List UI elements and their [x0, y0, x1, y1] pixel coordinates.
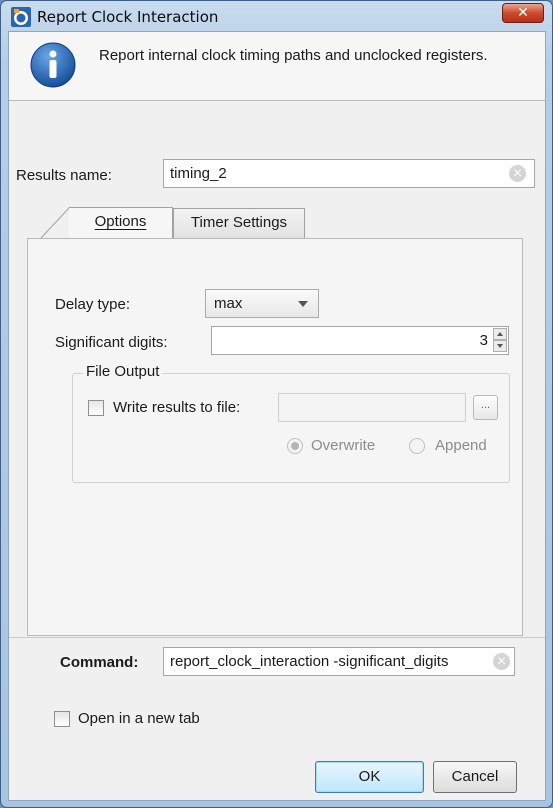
ok-button[interactable]: OK — [315, 761, 424, 793]
dialog-window: Report Clock Interaction ✕ Report intern… — [0, 0, 553, 808]
command-input[interactable]: report_clock_interaction -significant_di… — [163, 647, 515, 676]
options-panel: Delay type: max Significant digits: 3 Fi… — [27, 238, 523, 636]
delay-type-value: max — [214, 295, 243, 312]
tab-timer-settings-label: Timer Settings — [190, 214, 288, 231]
open-new-tab-checkbox[interactable] — [54, 711, 70, 727]
write-results-checkbox[interactable] — [88, 400, 104, 416]
tab-options[interactable]: Options — [69, 207, 173, 238]
ok-button-label: OK — [358, 768, 381, 785]
file-output-group: File Output Write results to file: ... O… — [72, 363, 510, 483]
header-divider — [9, 100, 545, 101]
info-icon — [30, 42, 76, 88]
overwrite-label: Overwrite — [311, 437, 376, 454]
close-button[interactable]: ✕ — [502, 3, 544, 23]
cancel-button[interactable]: Cancel — [433, 761, 517, 793]
title-bar[interactable]: Report Clock Interaction ✕ — [1, 1, 552, 31]
file-output-title: File Output — [83, 363, 163, 380]
chevron-down-icon — [298, 301, 308, 307]
window-title: Report Clock Interaction — [37, 8, 219, 26]
command-value: report_clock_interaction -significant_di… — [170, 653, 449, 670]
app-logo-icon — [11, 7, 31, 27]
ellipsis-icon: ... — [480, 399, 491, 411]
dialog-body: Report internal clock timing paths and u… — [8, 31, 546, 801]
results-file-input[interactable] — [278, 393, 466, 422]
results-name-input[interactable]: timing_2 — [163, 159, 535, 188]
dialog-description: Report internal clock timing paths and u… — [99, 47, 488, 64]
results-name-value: timing_2 — [170, 165, 227, 182]
append-radio[interactable] — [409, 438, 425, 454]
tab-options-label: Options — [94, 213, 147, 230]
spin-buttons[interactable] — [493, 328, 507, 353]
clear-results-name-icon[interactable]: ✕ — [509, 165, 526, 182]
delay-type-label: Delay type: — [55, 296, 131, 313]
significant-digits-label: Significant digits: — [55, 334, 168, 351]
append-label: Append — [435, 437, 487, 454]
write-results-label: Write results to file: — [113, 399, 241, 416]
command-label: Command: — [60, 654, 139, 671]
delay-type-select[interactable]: max — [205, 289, 319, 318]
overwrite-radio[interactable] — [287, 438, 303, 454]
close-icon: ✕ — [517, 5, 529, 21]
spin-up-icon[interactable] — [493, 328, 507, 340]
results-name-label: Results name: — [16, 167, 112, 184]
clear-command-icon[interactable]: ✕ — [493, 653, 510, 670]
open-new-tab-label: Open in a new tab — [78, 710, 200, 727]
significant-digits-spinbox[interactable]: 3 — [211, 326, 509, 355]
tab-timer-settings[interactable]: Timer Settings — [173, 208, 305, 238]
dialog-header: Report internal clock timing paths and u… — [9, 32, 545, 100]
significant-digits-value: 3 — [479, 332, 488, 349]
cancel-button-label: Cancel — [451, 768, 499, 785]
command-divider — [9, 637, 545, 638]
browse-button[interactable]: ... — [473, 395, 498, 420]
spin-down-icon[interactable] — [493, 340, 507, 352]
